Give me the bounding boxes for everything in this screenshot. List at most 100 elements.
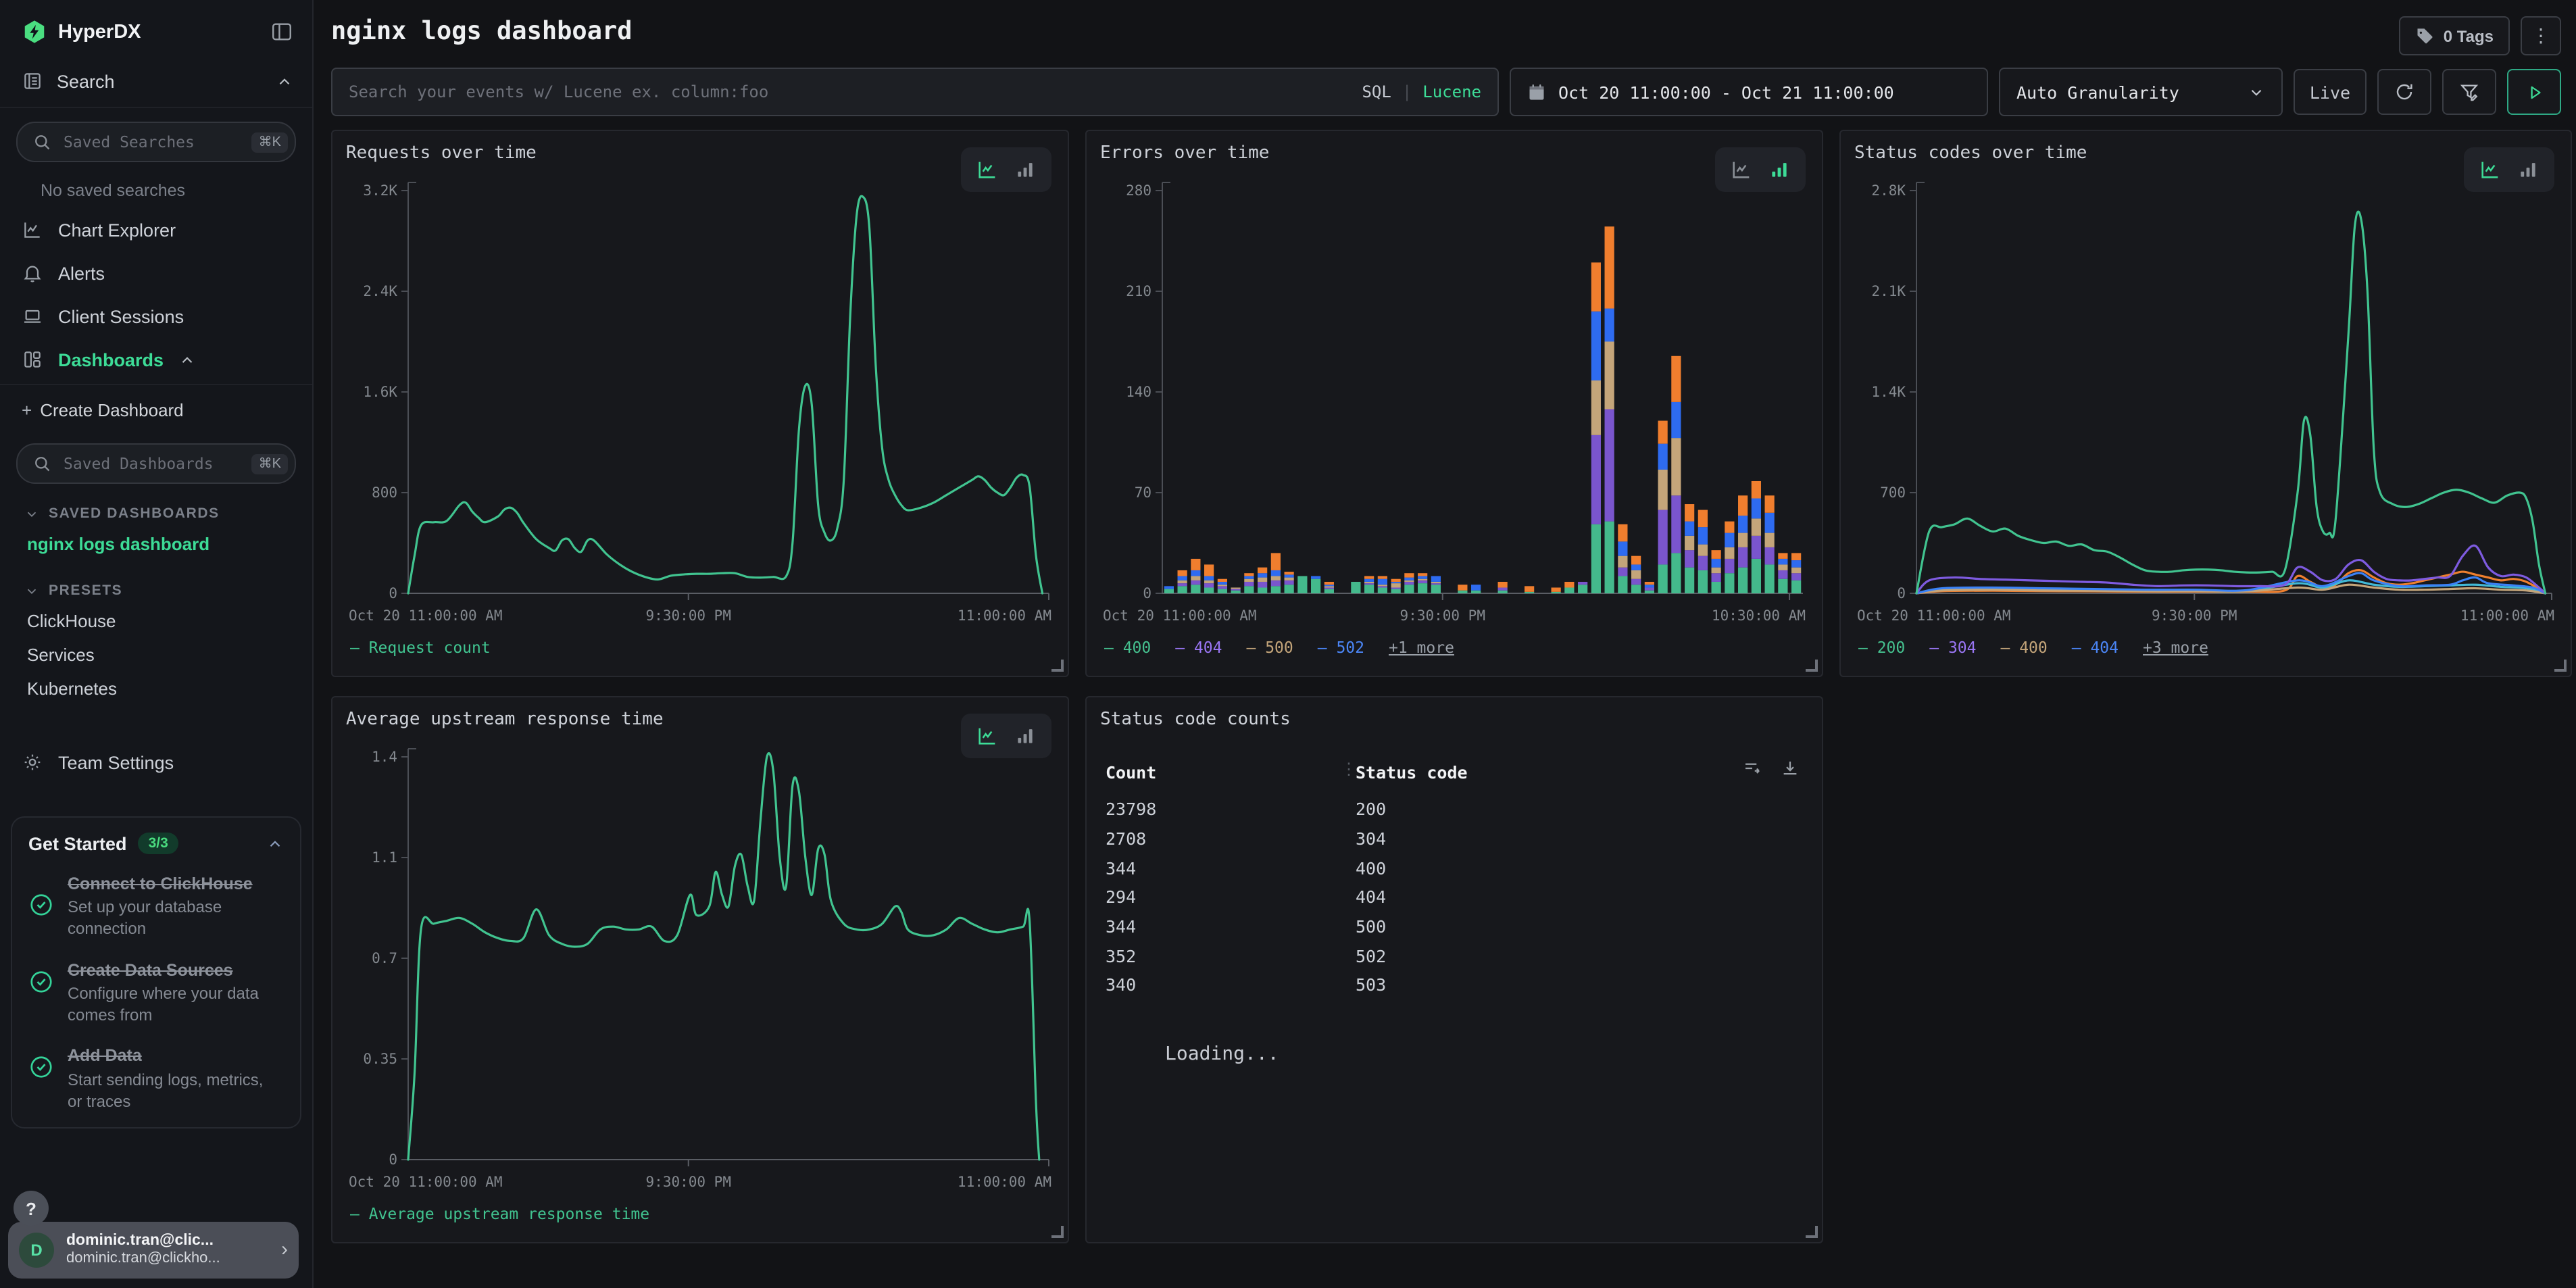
filters-button[interactable] [2442, 69, 2496, 115]
table-row[interactable]: 352502 [1100, 941, 1808, 970]
table-row[interactable]: 23798200 [1100, 795, 1808, 824]
bar-segment-400 [1244, 586, 1254, 593]
bar-chart-icon[interactable] [1014, 158, 1037, 181]
sidebar-item-chart-explorer[interactable]: Chart Explorer [0, 208, 312, 251]
plus-icon: + [22, 400, 32, 420]
legend-item-500[interactable]: — 500 [1247, 638, 1293, 657]
line-chart-icon[interactable] [976, 158, 999, 181]
legend-item-502[interactable]: — 502 [1318, 638, 1364, 657]
event-search-input[interactable] [332, 82, 1345, 101]
legend-item-200[interactable]: — 200 [1858, 638, 1905, 657]
chevron-up-icon[interactable] [266, 835, 284, 852]
lucene-toggle[interactable]: Lucene [1422, 82, 1481, 101]
table-filter-icon[interactable] [1742, 758, 1762, 778]
legend-more-link[interactable]: +1 more [1389, 638, 1454, 657]
bar-segment-500 [1178, 580, 1187, 583]
bar-chart-icon[interactable] [1014, 724, 1037, 747]
brand[interactable]: HyperDX [22, 19, 270, 45]
help-button[interactable]: ? [14, 1191, 49, 1226]
column-header-count[interactable]: Count [1106, 762, 1356, 782]
avatar: D [19, 1233, 54, 1268]
panel-resize-handle[interactable] [1051, 1226, 1064, 1238]
sql-toggle[interactable]: SQL [1362, 82, 1391, 101]
sidebar-item-search[interactable]: Search [0, 58, 312, 104]
bar-segment-503 [1738, 495, 1748, 516]
get-started-step-sources[interactable]: Create Data Sources Configure where your… [28, 959, 284, 1026]
dashboard-link-nginx[interactable]: nginx logs dashboard [0, 527, 312, 561]
bar-chart-icon[interactable] [1768, 158, 1791, 181]
refresh-button[interactable] [2377, 69, 2431, 115]
column-drag-handle[interactable]: ⋮ [1341, 760, 1357, 778]
saved-searches-field[interactable] [61, 131, 243, 153]
legend-item-Request count[interactable]: — Request count [350, 638, 491, 657]
panel-resize-handle[interactable] [1806, 1226, 1818, 1238]
kbd-shortcut: ⌘K [252, 453, 288, 474]
preset-services[interactable]: Services [0, 638, 312, 672]
chart-canvas[interactable]: 3.2K2.4K1.6K8000Oct 20 11:00:00 AM9:30:0… [346, 166, 1054, 628]
panel-resize-handle[interactable] [1051, 660, 1064, 672]
legend-item-400[interactable]: — 400 [1104, 638, 1151, 657]
tag-icon [2415, 26, 2434, 45]
legend-item-304[interactable]: — 304 [1929, 638, 1976, 657]
preset-kubernetes[interactable]: Kubernetes [0, 672, 312, 705]
saved-searches-input[interactable]: ⌘K [16, 122, 296, 162]
chart-canvas[interactable]: 280210140700Oct 20 11:00:00 AM9:30:00 PM… [1100, 166, 1808, 628]
legend-item-404[interactable]: — 404 [1175, 638, 1222, 657]
bar-segment-400 [1311, 579, 1320, 593]
sidebar-item-client-sessions[interactable]: Client Sessions [0, 295, 312, 338]
run-query-button[interactable] [2507, 69, 2561, 115]
avg-upstream-chart[interactable]: 1.41.10.70.350Oct 20 11:00:00 AM9:30:00 … [346, 733, 1054, 1202]
dashboard-menu-button[interactable]: ⋮ [2521, 16, 2561, 55]
requests-chart[interactable]: 3.2K2.4K1.6K8000Oct 20 11:00:00 AM9:30:0… [346, 166, 1054, 635]
get-started-step-add-data[interactable]: Add Data Start sending logs, metrics, or… [28, 1045, 284, 1112]
bar-segment-502 [1364, 579, 1374, 582]
saved-dashboards-input[interactable]: ⌘K [16, 443, 296, 484]
table-row[interactable]: 344500 [1100, 912, 1808, 941]
column-header-status-code[interactable]: Status code [1356, 762, 1803, 782]
user-menu[interactable]: D dominic.tran@clic... dominic.tran@clic… [8, 1222, 299, 1279]
sidebar-item-dashboards[interactable]: Dashboards [0, 338, 312, 381]
bar-chart-icon[interactable] [2517, 158, 2540, 181]
bar-segment-404 [1258, 582, 1267, 588]
download-icon[interactable] [1780, 758, 1800, 778]
line-chart-icon[interactable] [1730, 158, 1753, 181]
sidebar-item-alerts[interactable]: Alerts [0, 251, 312, 295]
sidebar-item-team-settings[interactable]: Team Settings [0, 741, 312, 784]
panel-resize-handle[interactable] [2554, 660, 2567, 672]
chart-canvas[interactable]: 1.41.10.70.350Oct 20 11:00:00 AM9:30:00 … [346, 733, 1054, 1195]
get-started-step-connect[interactable]: Connect to ClickHouse Set up your databa… [28, 873, 284, 940]
bar-segment-400 [1564, 587, 1574, 593]
legend-item-404[interactable]: — 404 [2072, 638, 2119, 657]
panel-title: Errors over time [1100, 143, 1808, 164]
panel-resize-handle[interactable] [1806, 660, 1818, 672]
tags-button[interactable]: 0 Tags [2399, 16, 2510, 55]
table-row[interactable]: 294404 [1100, 883, 1808, 912]
chart-canvas[interactable]: 2.8K2.1K1.4K7000Oct 20 11:00:00 AM9:30:0… [1854, 166, 2557, 628]
table-row[interactable]: 2708304 [1100, 824, 1808, 853]
table-row[interactable]: 344400 [1100, 853, 1808, 883]
legend-item-400[interactable]: — 400 [2001, 638, 2048, 657]
bar-segment-500 [1324, 586, 1334, 587]
granularity-value: Auto Granularity [2016, 82, 2179, 102]
granularity-select[interactable]: Auto Granularity [1999, 68, 2283, 116]
live-button[interactable]: Live [2294, 69, 2367, 115]
errors-chart[interactable]: 280210140700Oct 20 11:00:00 AM9:30:00 PM… [1100, 166, 1808, 635]
collapse-sidebar-icon[interactable] [270, 20, 293, 43]
line-chart-icon[interactable] [976, 724, 999, 747]
bar-segment-500 [1591, 380, 1601, 435]
saved-dashboards-field[interactable] [61, 453, 243, 474]
legend-more-link[interactable]: +3 more [2143, 638, 2208, 657]
status-codes-chart[interactable]: 2.8K2.1K1.4K7000Oct 20 11:00:00 AM9:30:0… [1854, 166, 2557, 635]
table-row[interactable]: 340503 [1100, 970, 1808, 999]
status-code-table-body: 2379820027083043444002944043445003525023… [1100, 795, 1808, 1000]
time-range-picker[interactable]: Oct 20 11:00:00 - Oct 21 11:00:00 [1510, 68, 1988, 116]
presets-section[interactable]: PRESETS [0, 572, 312, 604]
bar-segment-503 [1791, 553, 1801, 560]
saved-dashboards-section[interactable]: SAVED DASHBOARDS [0, 495, 312, 527]
bar-segment-503 [1458, 585, 1467, 591]
preset-clickhouse[interactable]: ClickHouse [0, 604, 312, 638]
bar-segment-500 [1752, 518, 1761, 536]
line-chart-icon[interactable] [2479, 158, 2502, 181]
create-dashboard-button[interactable]: +Create Dashboard [0, 388, 312, 432]
legend-item-Average upstream response time[interactable]: — Average upstream response time [350, 1204, 649, 1223]
